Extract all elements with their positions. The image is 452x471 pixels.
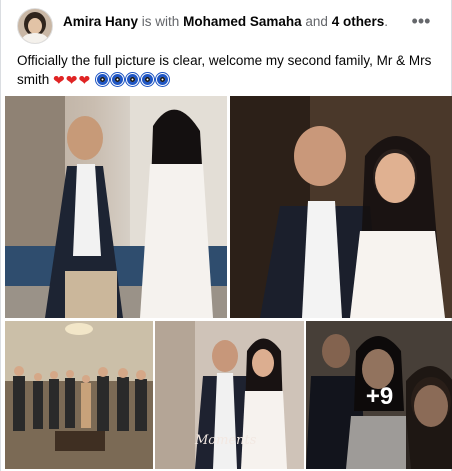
post-card: Amira Hany is with Mohamed Samaha and 4 …	[0, 0, 452, 471]
photo-2-scene	[230, 96, 452, 318]
red-heart-icon: ❤	[53, 71, 65, 88]
header-period: .	[384, 14, 388, 29]
post-photo-1[interactable]	[5, 96, 227, 318]
caption-emoji: ❤❤❤	[53, 71, 170, 90]
post-photo-5-more[interactable]: +9	[306, 321, 452, 469]
nazar-amulet-icon	[156, 72, 169, 86]
nazar-amulet-icon	[141, 72, 154, 86]
moments-watermark: Moments	[195, 433, 257, 448]
post-header: Amira Hany is with Mohamed Samaha and 4 …	[17, 8, 437, 44]
author-name-link[interactable]: Amira Hany	[63, 14, 138, 29]
avatar-shoulders	[22, 33, 48, 43]
others-link[interactable]: 4 others	[332, 14, 385, 29]
nazar-amulet-icon	[96, 72, 109, 86]
post-photo-3[interactable]	[5, 321, 153, 469]
post-header-text: Amira Hany is with Mohamed Samaha and 4 …	[63, 14, 388, 29]
nazar-amulet-icon	[126, 72, 139, 86]
red-heart-icon: ❤	[78, 71, 91, 88]
avatar-face	[28, 18, 42, 34]
post-photo-4[interactable]: Moments	[155, 321, 304, 469]
more-horizontal-icon: •••	[411, 11, 431, 31]
author-avatar[interactable]	[17, 8, 53, 44]
nazar-amulet-icon	[111, 72, 124, 86]
with-text: is with	[141, 14, 180, 29]
tagged-person-link[interactable]: Mohamed Samaha	[183, 14, 302, 29]
more-photos-count[interactable]: +9	[306, 383, 452, 411]
red-heart-icon: ❤	[65, 71, 78, 88]
and-text: and	[305, 14, 328, 29]
photo-1-scene	[5, 96, 227, 318]
post-caption: Officially the full picture is clear, we…	[17, 51, 437, 90]
photo-3-scene	[5, 321, 153, 469]
post-photo-2[interactable]	[230, 96, 452, 318]
more-options-button[interactable]: •••	[409, 12, 433, 34]
